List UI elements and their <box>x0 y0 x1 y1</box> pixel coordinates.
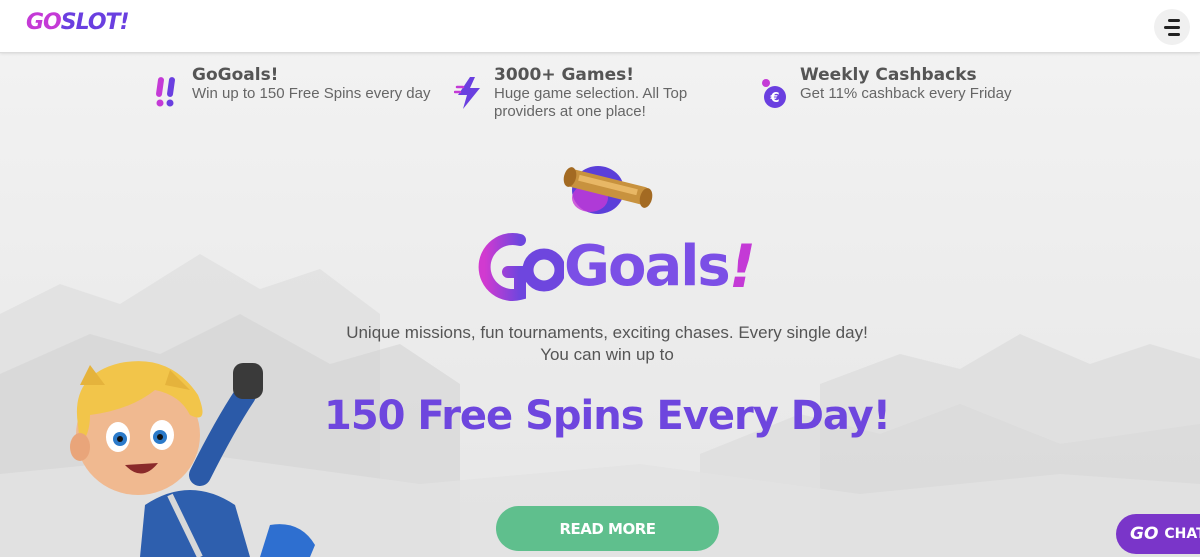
goslot-logo[interactable]: GOSLOT! <box>26 10 130 35</box>
svg-text:€: € <box>769 91 779 106</box>
brand-exclamation: ! <box>728 232 757 302</box>
feature-text: GoGoals! Win up to 150 Free Spins every … <box>192 65 430 111</box>
feature-gogoals: GoGoals! Win up to 150 Free Spins every … <box>152 65 430 111</box>
hamburger-menu-button[interactable] <box>1154 9 1190 45</box>
chat-label: CHAT <box>1164 526 1200 542</box>
menu-line-icon <box>1168 18 1180 22</box>
feature-cashbacks: € Weekly Cashbacks Get 11% cashback ever… <box>760 65 1011 111</box>
feature-desc: Get 11% cashback every Friday <box>800 85 1012 102</box>
feature-title: GoGoals! <box>192 65 279 85</box>
promo-desc-line1: Unique missions, fun tournaments, exciti… <box>346 323 868 342</box>
exclamation-icon <box>156 77 175 107</box>
menu-line-icon <box>1168 32 1180 36</box>
feature-desc: Win up to 150 Free Spins every day <box>192 85 431 102</box>
promo-description: Unique missions, fun tournaments, exciti… <box>300 322 914 366</box>
lightning-icon <box>454 77 480 109</box>
chat-button[interactable]: GO CHAT <box>1116 514 1200 554</box>
gogoals-brand-logo: Goals ! <box>478 232 756 302</box>
feature-text: 3000+ Games! Huge game selection. All To… <box>494 65 687 121</box>
logo-slot-text: SLOT! <box>60 10 130 35</box>
read-more-button[interactable]: READ MORE <box>496 506 719 551</box>
character-illustration <box>70 361 315 557</box>
feature-text: Weekly Cashbacks Get 11% cashback every … <box>800 65 1011 111</box>
promo-desc-line2: You can win up to <box>540 345 674 364</box>
promo-headline: 150 Free Spins Every Day! <box>324 393 891 439</box>
feature-title: Weekly Cashbacks <box>800 65 977 85</box>
site-header: GOSLOT! <box>0 0 1200 53</box>
go-mark-icon <box>478 233 564 301</box>
feature-games: 3000+ Games! Huge game selection. All To… <box>454 65 687 121</box>
feature-desc-line1: Huge game selection. All Top <box>494 85 688 102</box>
chat-go-logo: GO <box>1130 524 1159 544</box>
euro-coin-icon: € <box>762 79 786 108</box>
menu-line-icon <box>1164 25 1180 29</box>
logo-go-text: GO <box>26 10 62 35</box>
brand-goals-text: Goals <box>564 234 731 299</box>
feature-desc-line2: providers at one place! <box>494 103 646 120</box>
scroll-icon <box>563 166 653 214</box>
feature-title: 3000+ Games! <box>494 65 635 85</box>
